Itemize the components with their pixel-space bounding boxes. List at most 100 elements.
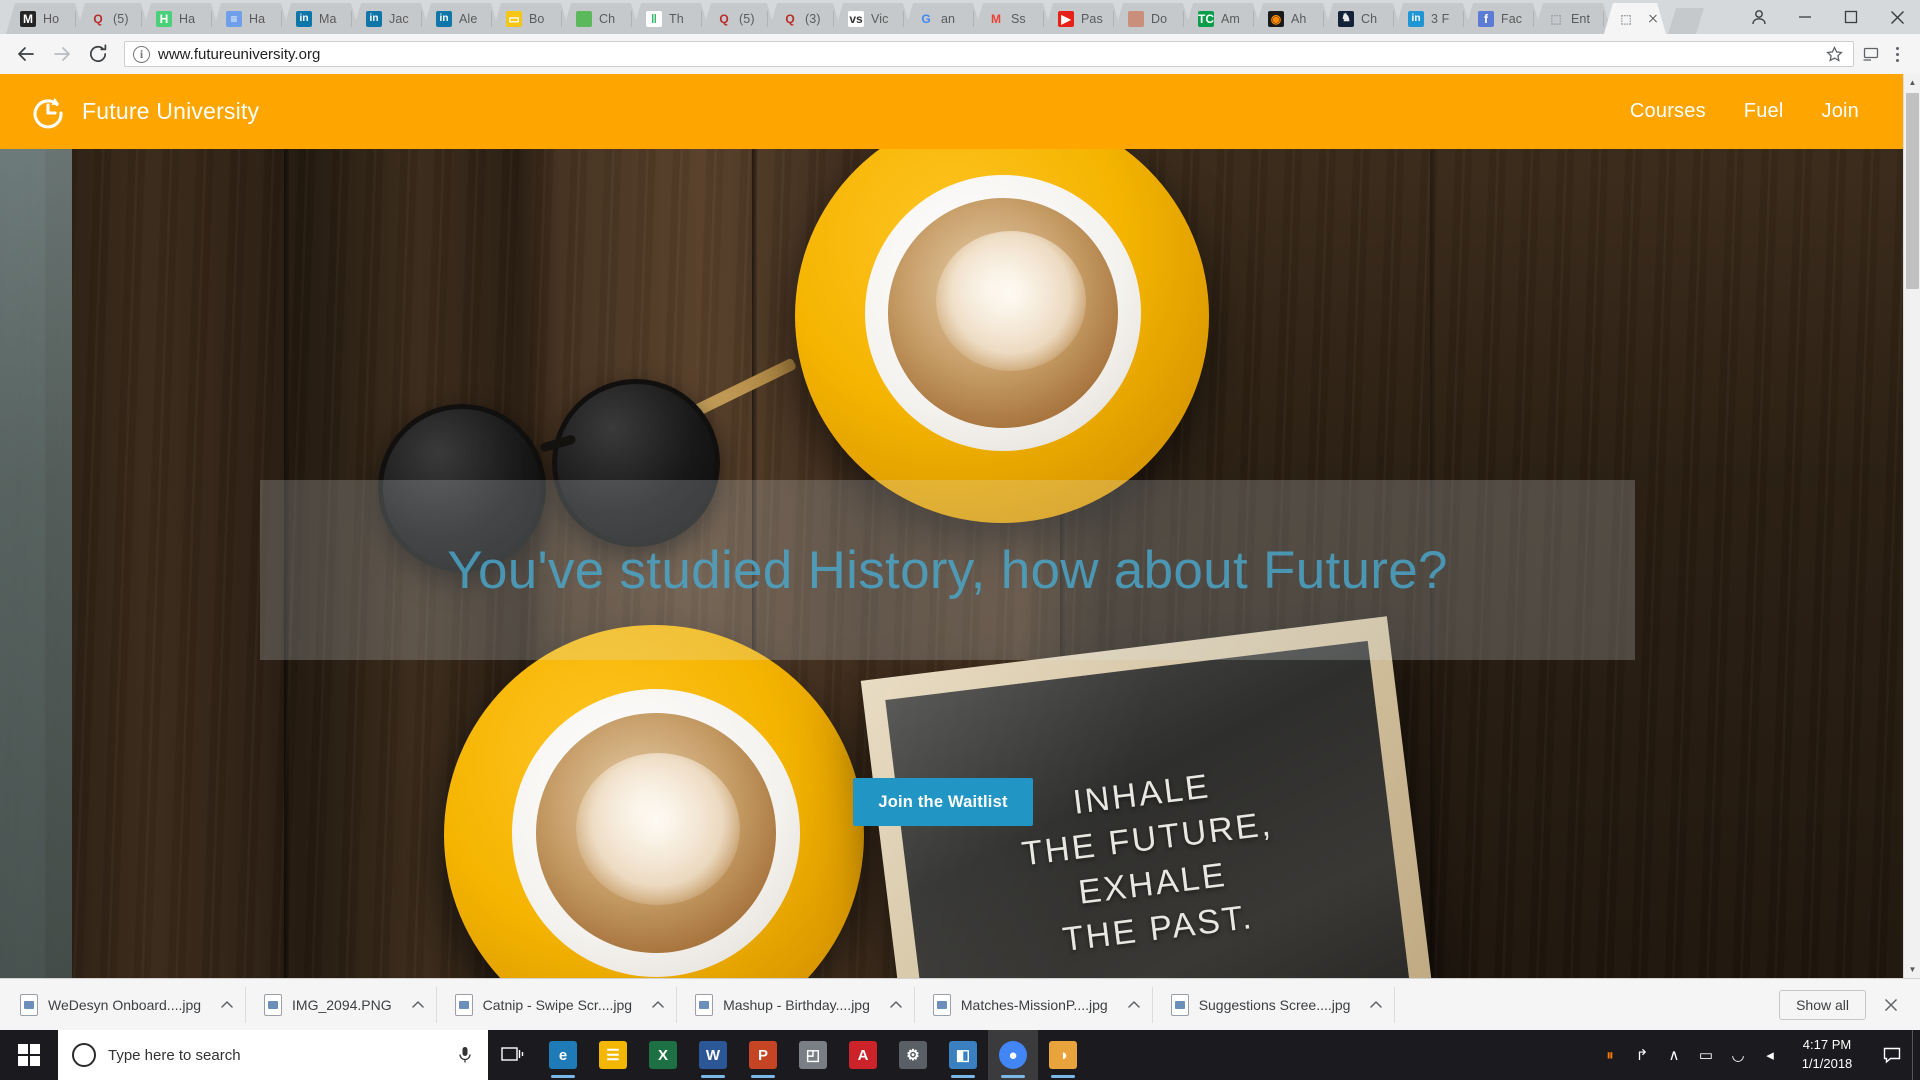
tab-separator [1183, 11, 1184, 27]
account-icon[interactable] [1736, 0, 1782, 34]
browser-tab[interactable]: Q (3) [768, 3, 842, 34]
browser-tab[interactable]: Q (5) [702, 3, 776, 34]
browser-tab[interactable]: ‖ Th [632, 3, 710, 34]
url-text[interactable]: www.futureuniversity.org [158, 46, 1823, 63]
minimize-icon[interactable] [1782, 0, 1828, 34]
page-scrollbar[interactable]: ▲ ▼ [1903, 74, 1920, 978]
show-desktop-strip[interactable] [1912, 1030, 1920, 1080]
chevron-up-icon[interactable] [882, 991, 910, 1019]
download-item[interactable]: Catnip - Swipe Scr....jpg [445, 986, 678, 1023]
taskbar-clock[interactable]: 4:17 PM 1/1/2018 [1786, 1030, 1872, 1080]
join-waitlist-button[interactable]: Join the Waitlist [853, 778, 1033, 826]
app-badge-icon[interactable]: ⏸ [1594, 1030, 1626, 1080]
share-icon[interactable]: ↱ [1626, 1030, 1658, 1080]
word-icon[interactable]: W [688, 1030, 738, 1080]
photos-icon[interactable]: ◰ [788, 1030, 838, 1080]
tab-title: an [941, 11, 956, 26]
download-item[interactable]: Mashup - Birthday....jpg [685, 986, 915, 1023]
brand[interactable]: Future University [28, 92, 259, 132]
download-item[interactable]: Matches-MissionP....jpg [923, 986, 1153, 1023]
settings-gear-icon[interactable]: ⚙ [888, 1030, 938, 1080]
blank-page-icon: ⬚ [1620, 11, 1632, 26]
browser-tab[interactable]: in 3 F [1394, 3, 1472, 34]
scroll-down-arrow-icon[interactable]: ▼ [1904, 961, 1920, 978]
download-item[interactable]: WeDesyn Onboard....jpg [10, 986, 247, 1023]
windows-start-icon[interactable] [0, 1030, 58, 1080]
sketch-app-icon[interactable]: ◧ [938, 1030, 988, 1080]
menu-dot [1895, 58, 1899, 62]
browser-tab[interactable]: M Ho [6, 3, 84, 34]
browser-tab[interactable]: ▶ Pas [1044, 3, 1122, 34]
three-dots-menu-icon[interactable] [1882, 36, 1912, 72]
window-controls [1736, 0, 1920, 34]
nav-item-fuel[interactable]: Fuel [1744, 100, 1784, 123]
browser-tab[interactable]: TC Am [1184, 3, 1262, 34]
tab-close-icon[interactable] [1645, 11, 1661, 27]
chevron-up-icon[interactable] [404, 991, 432, 1019]
browser-tab[interactable]: f Fac [1464, 3, 1542, 34]
browser-tab[interactable]: Do [1114, 3, 1192, 34]
nav-item-courses[interactable]: Courses [1630, 100, 1706, 123]
tray-expand-icon[interactable]: ∧ [1658, 1030, 1690, 1080]
notification-icon[interactable] [1872, 1030, 1912, 1080]
cast-icon[interactable] [1860, 43, 1882, 65]
tab-separator [701, 11, 702, 27]
browser-tab[interactable]: M Ss [974, 3, 1052, 34]
hackernoon-icon: H [156, 11, 172, 27]
download-item[interactable]: Suggestions Scree....jpg [1161, 986, 1396, 1023]
browser-tab[interactable]: ▭ Bo [492, 3, 570, 34]
scroll-up-arrow-icon[interactable]: ▲ [1904, 74, 1920, 91]
powerpoint-icon[interactable]: P [738, 1030, 788, 1080]
zeplin-icon[interactable]: ◑ [1038, 1030, 1088, 1080]
microphone-icon[interactable] [452, 1046, 478, 1064]
browser-tab[interactable]: ◉ Ah [1254, 3, 1332, 34]
battery-icon[interactable]: ▭ [1690, 1030, 1722, 1080]
browser-tab[interactable]: Ch [562, 3, 640, 34]
reload-icon[interactable] [80, 36, 116, 72]
browser-tab[interactable]: Gan [904, 3, 982, 34]
browser-tab[interactable]: ⬚ Ent [1534, 3, 1612, 34]
search-placeholder[interactable]: Type here to search [108, 1047, 452, 1064]
browser-tab[interactable]: ♞ Ch [1324, 3, 1402, 34]
volume-icon[interactable]: ◂ [1754, 1030, 1786, 1080]
win-quadrant [30, 1044, 40, 1054]
chrome-icon[interactable]: ● [988, 1030, 1038, 1080]
close-icon[interactable] [1874, 0, 1920, 34]
browser-tab[interactable]: ⬚ [1604, 3, 1666, 34]
chevron-up-icon[interactable] [1120, 991, 1148, 1019]
wifi-icon[interactable]: ◡ [1722, 1030, 1754, 1080]
tab-title: Ho [43, 11, 60, 26]
acrobat-reader-icon[interactable]: A [838, 1030, 888, 1080]
browser-tab[interactable]: in Ale [422, 3, 500, 34]
task-view-icon[interactable] [488, 1030, 538, 1080]
browser-tab[interactable]: H Ha [142, 3, 220, 34]
medium-icon: M [20, 11, 36, 27]
browser-tab[interactable]: in Ma [282, 3, 360, 34]
maximize-icon[interactable] [1828, 0, 1874, 34]
close-download-shelf-icon[interactable] [1878, 992, 1904, 1018]
tab-title: Ha [179, 11, 196, 26]
windows-taskbar: Type here to search e ☰ X W P ◰ A ⚙ ◧ ● ◑ ⏸ ↱ ∧ ▭ ◡ ◂ 4:… [0, 1030, 1920, 1080]
browser-tab[interactable]: Q (5) [76, 3, 150, 34]
back-arrow-icon[interactable] [8, 36, 44, 72]
taskbar-search-box[interactable]: Type here to search [58, 1030, 488, 1080]
nav-item-join[interactable]: Join [1822, 100, 1860, 123]
chevron-up-icon[interactable] [1362, 991, 1390, 1019]
chevron-up-icon[interactable] [213, 991, 241, 1019]
excel-icon[interactable]: X [638, 1030, 688, 1080]
edge-icon[interactable]: e [538, 1030, 588, 1080]
star-icon[interactable] [1823, 43, 1845, 65]
download-item[interactable]: IMG_2094.PNG [254, 986, 437, 1023]
file-explorer-icon[interactable]: ☰ [588, 1030, 638, 1080]
show-all-downloads-button[interactable]: Show all [1779, 989, 1866, 1020]
browser-tab[interactable]: in Jac [352, 3, 430, 34]
tab-separator [973, 11, 974, 27]
chevron-up-icon[interactable] [644, 991, 672, 1019]
scrollbar-thumb[interactable] [1906, 93, 1919, 289]
browser-tab[interactable]: vs Vic [834, 3, 912, 34]
browser-tab[interactable]: ≡ Ha [212, 3, 290, 34]
sign-line: THE PAST. [1060, 897, 1256, 960]
info-circle-icon[interactable]: i [133, 45, 150, 63]
new-tab-button[interactable] [1668, 8, 1704, 34]
address-bar[interactable]: i www.futureuniversity.org [124, 41, 1854, 67]
